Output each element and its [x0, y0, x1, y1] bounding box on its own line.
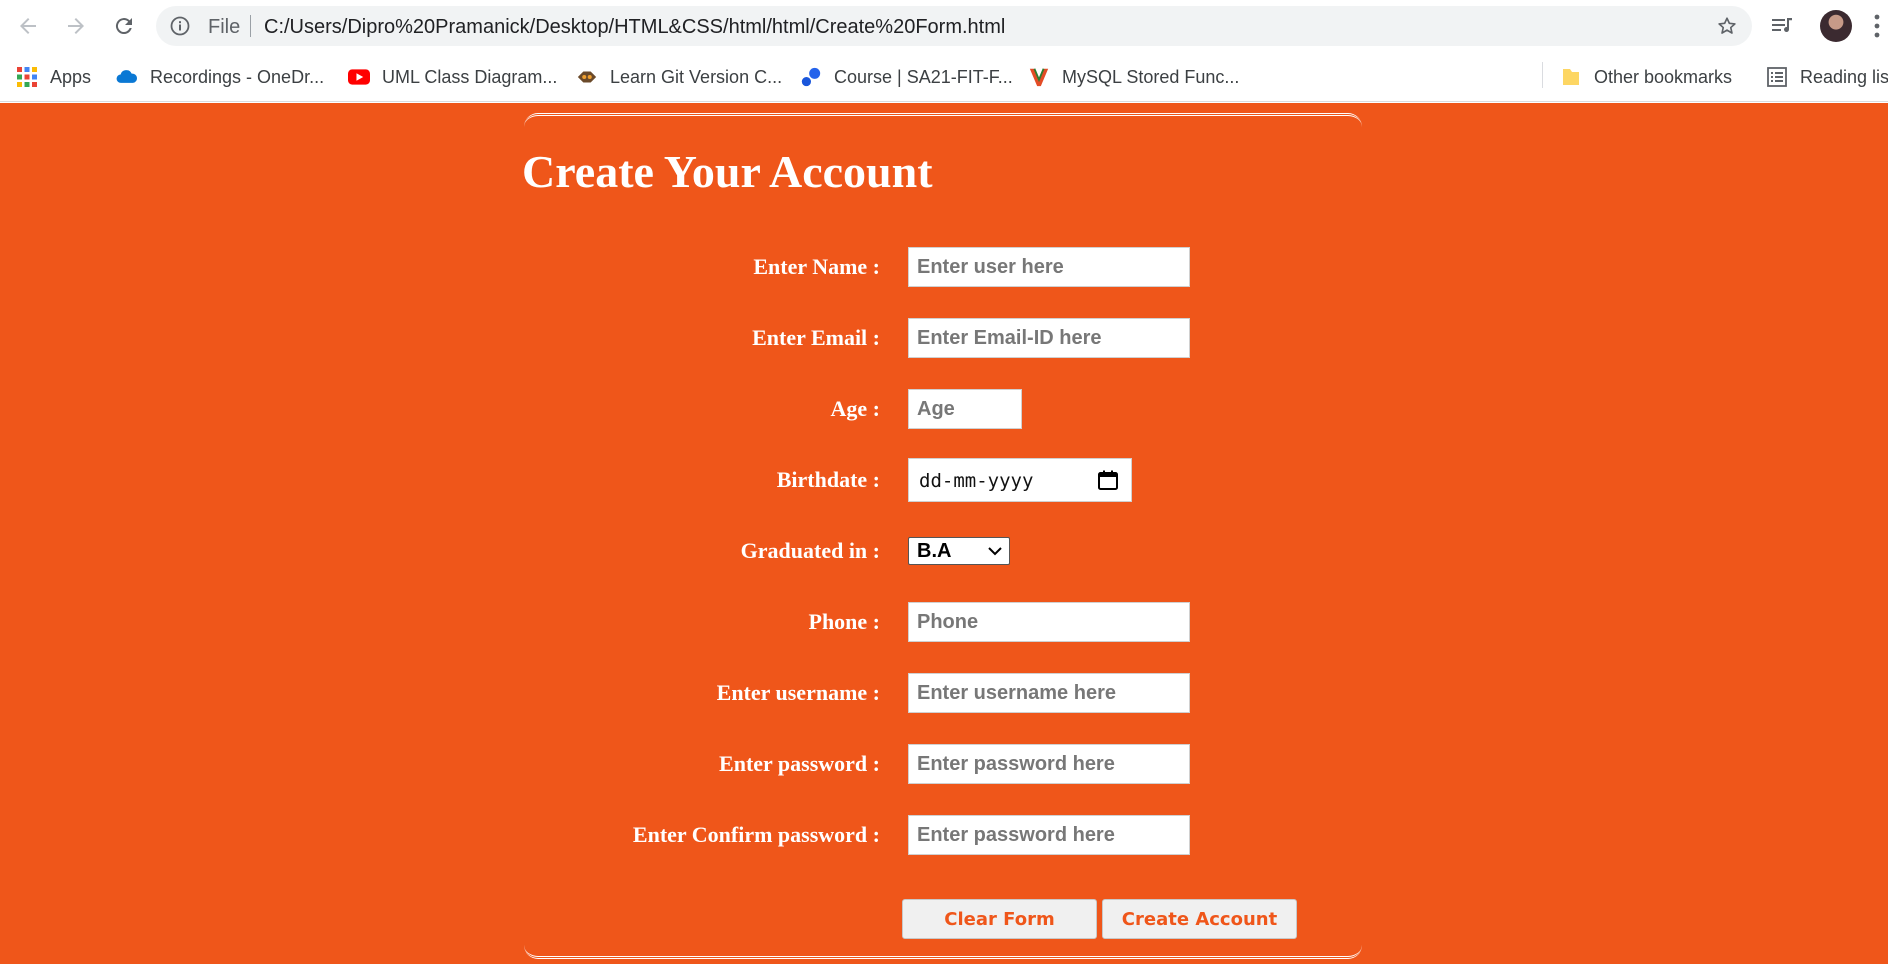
bookmark-label: MySQL Stored Func... [1062, 66, 1240, 87]
birthdate-row: Birthdate : dd-mm-yyyy [0, 458, 1888, 502]
clear-form-button[interactable]: Clear Form [902, 899, 1097, 939]
url-text[interactable]: C:/Users/Dipro%20Pramanick/Desktop/HTML&… [264, 16, 1005, 39]
star-icon[interactable] [1716, 15, 1738, 37]
bookmark-uml[interactable]: UML Class Diagram... [348, 64, 557, 90]
reload-button[interactable] [108, 10, 140, 42]
password-input[interactable] [908, 744, 1190, 784]
folder-icon [1560, 66, 1582, 88]
username-row: Enter username : [0, 671, 1888, 713]
name-input[interactable] [908, 247, 1190, 287]
back-button[interactable] [12, 10, 44, 42]
bookmark-course[interactable]: Course | SA21-FIT-F... [800, 64, 1013, 90]
name-label: Enter Name : [753, 254, 880, 279]
bookmark-label: Apps [50, 66, 92, 87]
forward-button[interactable] [60, 10, 92, 42]
phone-row: Phone : [0, 600, 1888, 642]
bookmark-git[interactable]: Learn Git Version C... [576, 64, 782, 90]
course-icon [800, 66, 822, 88]
mysql-icon [1028, 66, 1050, 88]
bookmark-label: Reading lis [1800, 66, 1888, 87]
address-bar[interactable]: File C:/Users/Dipro%20Pramanick/Desktop/… [156, 6, 1752, 46]
graduated-label: Graduated in : [740, 538, 880, 563]
profile-avatar[interactable] [1820, 10, 1852, 42]
chevron-down-icon [988, 547, 1002, 556]
page-title: Create Your Account [522, 146, 933, 197]
bookmark-other[interactable]: Other bookmarks [1560, 64, 1732, 90]
arrow-left-icon [20, 18, 36, 34]
bookmarks-divider [1542, 62, 1543, 88]
media-queue-icon[interactable] [1770, 13, 1796, 39]
age-row: Age : [0, 387, 1888, 429]
username-label: Enter username : [716, 680, 880, 705]
form-frame-top [524, 113, 1362, 127]
git-course-icon [576, 66, 598, 88]
page-content: Create Your Account Enter Name : Enter E… [0, 103, 1888, 964]
email-input[interactable] [908, 318, 1190, 358]
bookmark-label: Other bookmarks [1594, 66, 1733, 87]
graduated-row: Graduated in : B.A [0, 529, 1888, 569]
onedrive-icon [116, 66, 138, 88]
password-row: Enter password : [0, 742, 1888, 784]
scheme-label: File [208, 16, 241, 38]
age-input[interactable] [908, 389, 1022, 429]
bookmark-mysql[interactable]: MySQL Stored Func... [1028, 64, 1239, 90]
apps-grid-icon [16, 66, 38, 88]
form-frame-bottom [524, 945, 1362, 959]
phone-label: Phone : [808, 609, 881, 634]
confirm-password-input[interactable] [908, 815, 1190, 855]
browser-toolbar: File C:/Users/Dipro%20Pramanick/Desktop/… [0, 0, 1888, 52]
confirm-password-row: Enter Confirm password : [0, 813, 1888, 855]
birthdate-input[interactable]: dd-mm-yyyy [908, 458, 1132, 502]
bookmark-recordings[interactable]: Recordings - OneDr... [116, 64, 324, 90]
username-input[interactable] [908, 673, 1190, 713]
confirm-password-label: Enter Confirm password : [632, 822, 880, 847]
omnibox-separator [250, 15, 251, 37]
birthdate-label: Birthdate : [776, 467, 880, 492]
graduated-select[interactable]: B.A [908, 537, 1010, 565]
bookmark-label: UML Class Diagram... [382, 66, 558, 87]
graduated-selected-value: B.A [917, 540, 952, 562]
bookmark-label: Learn Git Version C... [610, 66, 783, 87]
email-row: Enter Email : [0, 316, 1888, 358]
bookmarks-bar: Apps Recordings - OneDr... UML Class Dia… [0, 52, 1888, 102]
password-label: Enter password : [719, 751, 880, 776]
reading-list-icon [1766, 66, 1788, 88]
arrow-right-icon [68, 18, 84, 34]
email-label: Enter Email : [752, 325, 880, 350]
name-row: Enter Name : [0, 245, 1888, 287]
create-account-button[interactable]: Create Account [1102, 899, 1297, 939]
bookmark-label: Recordings - OneDr... [150, 66, 325, 87]
info-icon[interactable] [170, 16, 190, 36]
bookmark-label: Course | SA21-FIT-F... [834, 66, 1013, 87]
calendar-icon[interactable] [1097, 469, 1119, 491]
reload-icon [115, 18, 132, 35]
birthdate-value: dd-mm-yyyy [919, 470, 1034, 492]
age-label: Age : [830, 396, 880, 421]
phone-input[interactable] [908, 602, 1190, 642]
more-menu-icon[interactable] [1872, 12, 1882, 40]
youtube-icon [348, 66, 370, 88]
bookmark-apps[interactable]: Apps [16, 64, 91, 90]
reading-list-button[interactable]: Reading lis [1766, 64, 1888, 90]
